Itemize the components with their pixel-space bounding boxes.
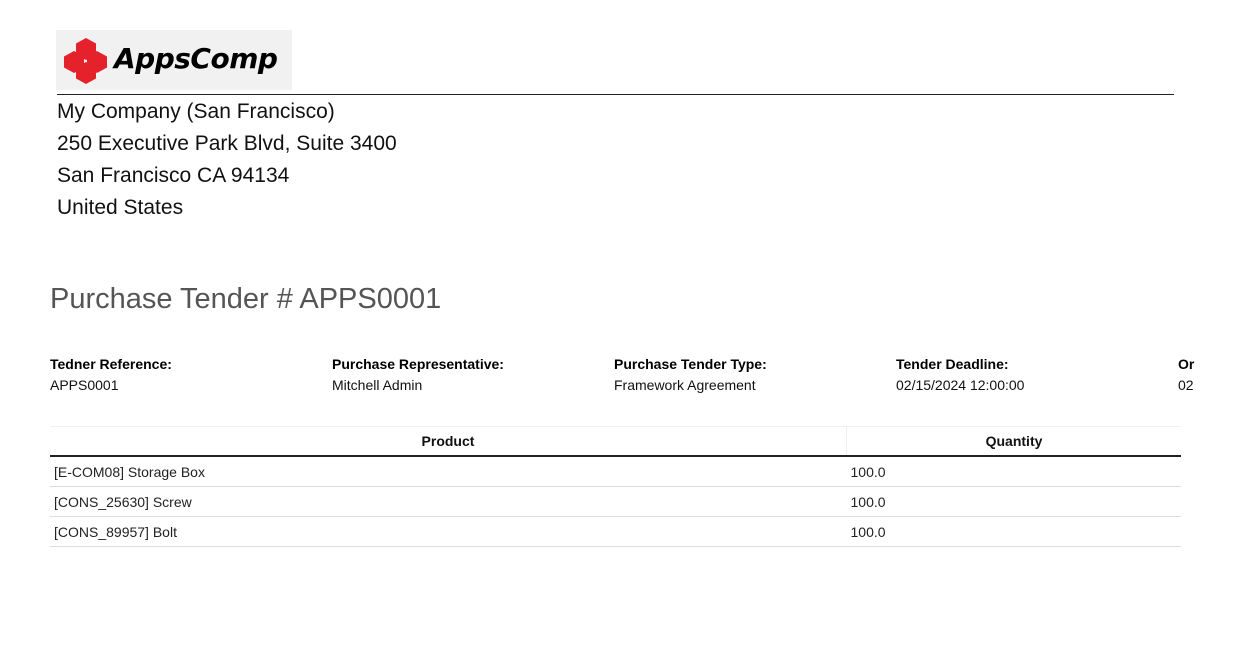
tender-info-row: Tedner Reference: APPS0001 Purchase Repr… [50,354,1195,398]
product-cell: [E-COM08] Storage Box [50,456,847,487]
quantity-cell: 100.0 [846,486,1181,517]
company-name: My Company (San Francisco) [57,100,335,123]
product-cell: [CONS_25630] Screw [50,486,847,517]
table-row: [CONS_89957] Bolt 100.0 [50,516,1181,547]
info-value: Mitchell Admin [332,377,423,393]
info-value: 02 [1178,377,1194,393]
company-city: San Francisco CA 94134 [57,164,290,187]
company-logo: AppsComp [56,30,292,90]
table-row: [CONS_25630] Screw 100.0 [50,486,1181,517]
quantity-column-header: Quantity [846,426,1181,457]
info-label: Or [1178,356,1195,372]
company-address: My Company (San Francisco) 250 Executive… [57,96,397,224]
info-value: Framework Agreement [614,377,756,393]
quantity-cell: 100.0 [846,516,1181,547]
logo-wordmark: AppsComp [114,42,278,75]
quantity-cell: 100.0 [846,456,1181,487]
red-hexagon-cluster-icon [64,38,107,84]
tender-lines-table: Product Quantity [E-COM08] Storage Box 1… [50,426,1181,547]
info-tender-type: Purchase Tender Type: Framework Agreemen… [614,354,767,396]
header-divider [57,94,1174,95]
table-row: [E-COM08] Storage Box 100.0 [50,456,1181,487]
company-country: United States [57,196,184,219]
info-value: 02/15/2024 12:00:00 [896,377,1025,393]
info-label: Tedner Reference: [50,356,172,372]
table-header-row: Product Quantity [50,426,1181,457]
product-column-header: Product [50,426,847,457]
info-label: Tender Deadline: [896,356,1009,372]
company-street: 250 Executive Park Blvd, Suite 3400 [57,132,397,155]
info-tender-deadline: Tender Deadline: 02/15/2024 12:00:00 [896,354,1024,396]
document-title: Purchase Tender # APPS0001 [50,283,442,315]
info-order-date-truncated: Or 02 [1178,354,1194,396]
info-label: Purchase Representative: [332,356,504,372]
product-cell: [CONS_89957] Bolt [50,516,847,547]
info-value: APPS0001 [50,377,119,393]
info-purchase-representative: Purchase Representative: Mitchell Admin [332,354,504,396]
info-tender-reference: Tedner Reference: APPS0001 [50,354,172,396]
report-page: AppsComp My Company (San Francisco) 250 … [0,0,1235,661]
info-label: Purchase Tender Type: [614,356,767,372]
